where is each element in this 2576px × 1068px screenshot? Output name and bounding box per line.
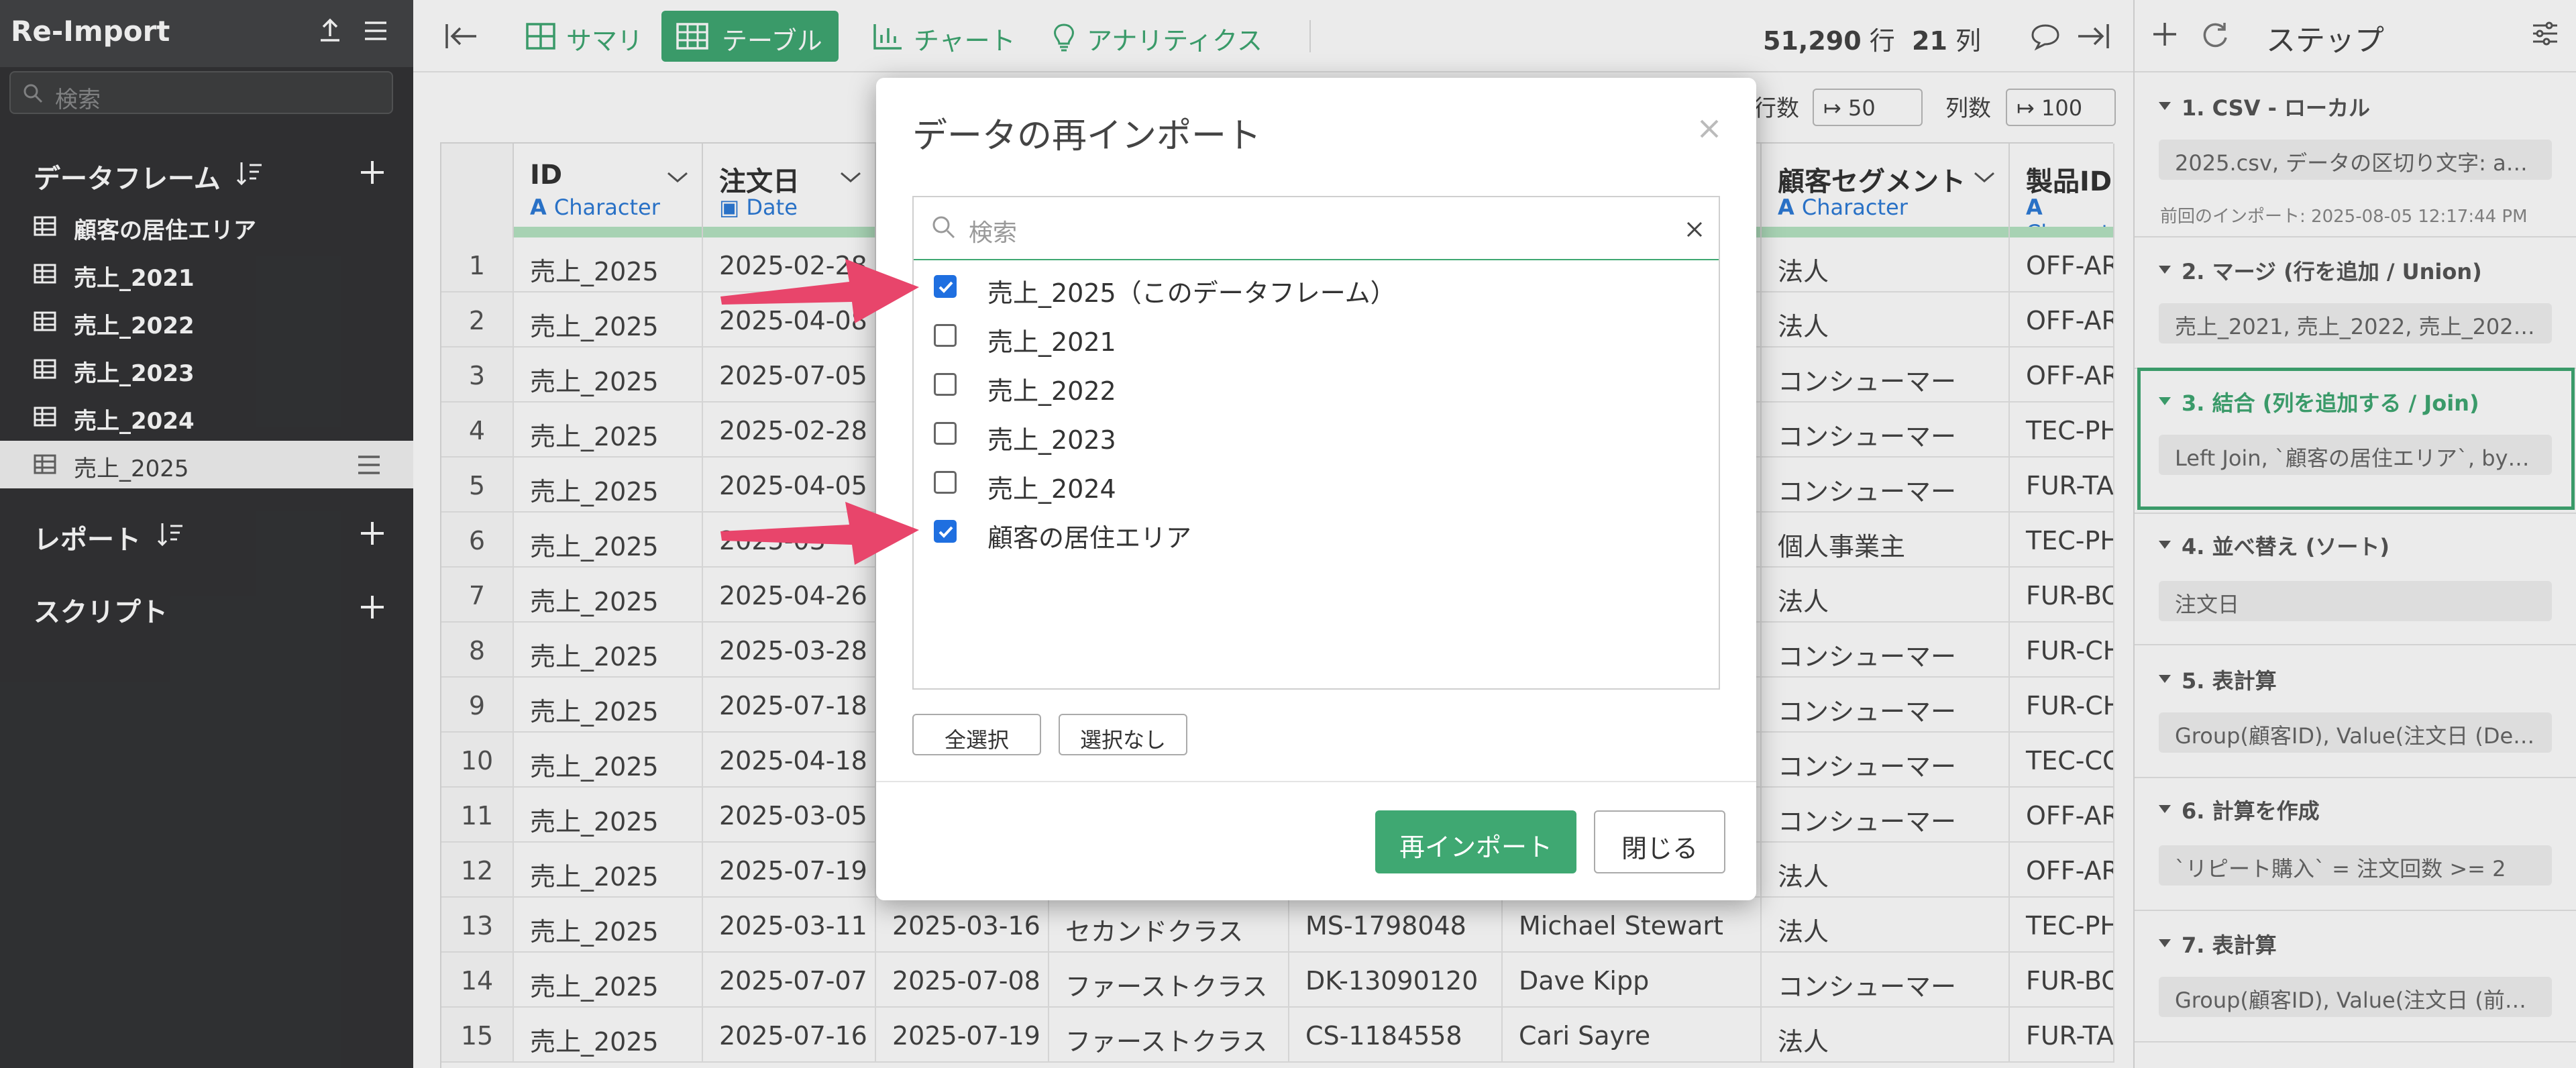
annotation-arrow-icon (720, 259, 919, 323)
checkbox[interactable] (934, 324, 957, 347)
dialog-search-input[interactable]: 検索 (914, 197, 1719, 260)
option-label: 売上_2021 (987, 327, 1116, 357)
option-label: 売上_2024 (987, 474, 1116, 504)
select-none-button[interactable]: 選択なし (1059, 714, 1187, 755)
annotation-arrow-icon (720, 502, 919, 565)
close-button[interactable]: 閉じる (1594, 810, 1725, 873)
option-label: 売上_2022 (987, 376, 1116, 406)
reimport-button[interactable]: 再インポート (1375, 810, 1576, 873)
select-all-button[interactable]: 全選択 (912, 714, 1041, 755)
search-icon (932, 216, 955, 239)
dataframe-select-list: 検索 売上_2025（このデータフレーム） 売上_2021 売上_2022 売上_20… (912, 196, 1720, 690)
checkbox[interactable] (934, 471, 957, 494)
dialog-search-placeholder: 検索 (969, 219, 1018, 247)
option-label: 売上_2023 (987, 425, 1116, 455)
reimport-dialog: データの再インポート 検索 売上_2025（このデータフレーム） 売上_2021 売… (876, 78, 1756, 900)
dialog-footer-divider (876, 781, 1756, 782)
checkbox-checked[interactable] (934, 275, 957, 298)
check-icon (938, 281, 953, 293)
checkbox[interactable] (934, 422, 957, 445)
checkbox-checked[interactable] (934, 520, 957, 543)
clear-icon[interactable] (1685, 220, 1704, 239)
checkbox[interactable] (934, 373, 957, 396)
option-label: 顧客の居住エリア (987, 523, 1192, 553)
check-icon (938, 526, 953, 538)
close-icon[interactable] (1696, 115, 1723, 142)
dialog-title: データの再インポート (912, 116, 1262, 156)
option-label: 売上_2025（このデータフレーム） (987, 278, 1396, 308)
